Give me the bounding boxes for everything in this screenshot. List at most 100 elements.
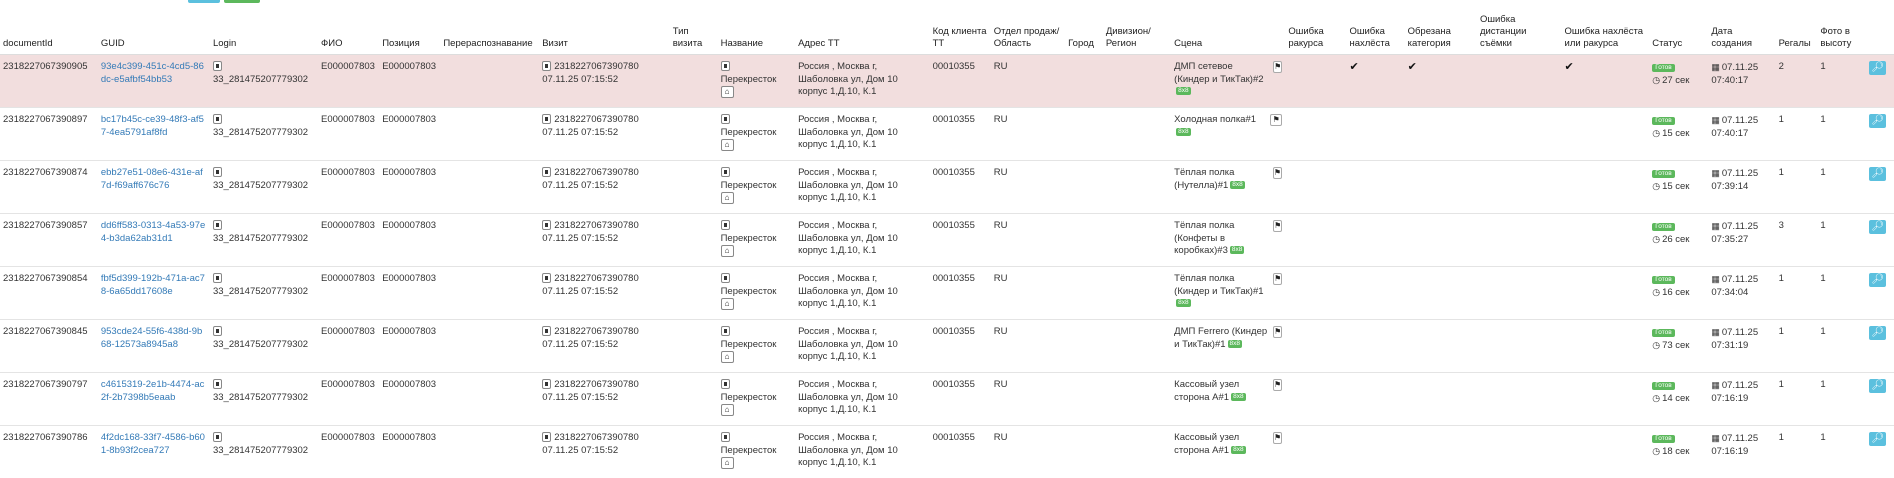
- scene-name: Кассовый узел сторона A#1: [1174, 432, 1239, 456]
- file-icon[interactable]: [721, 220, 730, 230]
- cell-login: 33_281475207779302: [210, 55, 318, 108]
- file-icon[interactable]: [542, 220, 551, 230]
- flag-icon[interactable]: ⚑: [1273, 220, 1282, 232]
- table-row[interactable]: 2318227067390797c4615319-2e1b-4474-ac2f-…: [0, 373, 1894, 426]
- col-header-visit-type[interactable]: Тип визита: [670, 8, 718, 55]
- file-icon[interactable]: [213, 167, 222, 177]
- col-header-address[interactable]: Адрес ТТ: [795, 8, 930, 55]
- file-icon[interactable]: [721, 61, 730, 71]
- guid-link[interactable]: bc17b45c-ce39-48f3-af57-4ea5791af8fd: [101, 114, 204, 138]
- col-header-client-code[interactable]: Код клиента ТТ: [930, 8, 991, 55]
- search-icon[interactable]: 🔎︎: [1869, 114, 1886, 128]
- file-icon[interactable]: [721, 114, 730, 124]
- search-icon[interactable]: 🔎︎: [1869, 273, 1886, 287]
- file-icon[interactable]: [721, 326, 730, 336]
- file-icon[interactable]: [542, 61, 551, 71]
- col-header-err-overlap[interactable]: Ошибка нахлёста: [1346, 8, 1404, 55]
- table-row[interactable]: 231822706739090593e4c399-451c-4cd5-86dc-…: [0, 55, 1894, 108]
- table-row[interactable]: 2318227067390845953cde24-55f6-438d-9b68-…: [0, 320, 1894, 373]
- col-header-name[interactable]: Название: [718, 8, 795, 55]
- file-icon[interactable]: [542, 432, 551, 442]
- col-header-status[interactable]: Статус: [1649, 8, 1708, 55]
- file-icon[interactable]: [213, 220, 222, 230]
- file-icon[interactable]: [721, 432, 730, 442]
- col-header-err-angle[interactable]: Ошибка ракурса: [1285, 8, 1346, 55]
- cell-cut-category: [1405, 161, 1477, 214]
- guid-link[interactable]: c4615319-2e1b-4474-ac2f-2b7398b5eaab: [101, 379, 205, 403]
- search-icon[interactable]: 🔎︎: [1869, 167, 1886, 181]
- file-icon[interactable]: [213, 326, 222, 336]
- toolbar-button-green[interactable]: [224, 0, 260, 3]
- table-row[interactable]: 2318227067390857dd6ff583-0313-4a53-97e4-…: [0, 214, 1894, 267]
- client-code-value: 00010355: [933, 61, 975, 72]
- col-header-photo-height[interactable]: Фото в высоту: [1817, 8, 1866, 55]
- file-icon[interactable]: [542, 326, 551, 336]
- home-icon[interactable]: ⌂: [721, 86, 734, 98]
- file-icon[interactable]: [213, 61, 222, 71]
- col-header-sales-dept[interactable]: Отдел продаж/ Область: [991, 8, 1065, 55]
- home-icon[interactable]: ⌂: [721, 245, 734, 257]
- col-header-scene[interactable]: Сцена: [1171, 8, 1285, 55]
- col-header-city[interactable]: Город: [1065, 8, 1103, 55]
- search-icon[interactable]: 🔎︎: [1869, 379, 1886, 393]
- flag-icon[interactable]: ⚑: [1270, 114, 1282, 126]
- guid-link[interactable]: ebb27e51-08e6-431e-af7d-f69aff676c76: [101, 167, 203, 191]
- col-header-created[interactable]: Дата создания: [1708, 8, 1775, 55]
- file-icon[interactable]: [542, 379, 551, 389]
- col-header-recognition[interactable]: Перераспознавание: [440, 8, 539, 55]
- file-icon[interactable]: [721, 379, 730, 389]
- guid-link[interactable]: fbf5d399-192b-471a-ac78-6a65dd17608e: [101, 273, 205, 297]
- col-header-position[interactable]: Позиция: [379, 8, 440, 55]
- file-icon[interactable]: [721, 167, 730, 177]
- flag-icon[interactable]: ⚑: [1273, 61, 1282, 73]
- file-icon[interactable]: [213, 379, 222, 389]
- col-header-visit[interactable]: Визит: [539, 8, 669, 55]
- status-badge: Готов: [1652, 435, 1675, 443]
- table-row[interactable]: 23182270673907864f2dc168-33f7-4586-b601-…: [0, 426, 1894, 478]
- cell-scene: Кассовый узел сторона A#18x8⚑: [1171, 373, 1285, 426]
- guid-link[interactable]: dd6ff583-0313-4a53-97e4-b3da62ab31d1: [101, 220, 205, 244]
- cell-photo-height: 1: [1817, 320, 1866, 373]
- col-header-shelves[interactable]: Регалы: [1776, 8, 1818, 55]
- table-row[interactable]: 2318227067390897bc17b45c-ce39-48f3-af57-…: [0, 108, 1894, 161]
- table-row[interactable]: 2318227067390874ebb27e51-08e6-431e-af7d-…: [0, 161, 1894, 214]
- guid-link[interactable]: 953cde24-55f6-438d-9b68-12573a8945a8: [101, 326, 202, 350]
- flag-icon[interactable]: ⚑: [1273, 167, 1283, 179]
- flag-icon[interactable]: ⚑: [1273, 379, 1282, 391]
- guid-link[interactable]: 93e4c399-451c-4cd5-86dc-e5afbf54bb53: [101, 61, 204, 85]
- col-header-login[interactable]: Login: [210, 8, 318, 55]
- cell-created: ▦07.11.2507:16:19: [1708, 373, 1775, 426]
- home-icon[interactable]: ⌂: [721, 139, 734, 151]
- file-icon[interactable]: [542, 114, 551, 124]
- home-icon[interactable]: ⌂: [721, 298, 734, 310]
- home-icon[interactable]: ⌂: [721, 404, 734, 416]
- col-header-guid[interactable]: GUID: [98, 8, 210, 55]
- file-icon[interactable]: [213, 114, 222, 124]
- guid-link[interactable]: 4f2dc168-33f7-4586-b601-8b93f2cea727: [101, 432, 205, 456]
- search-icon[interactable]: 🔎︎: [1869, 326, 1886, 340]
- home-icon[interactable]: ⌂: [721, 351, 734, 363]
- file-icon[interactable]: [213, 273, 222, 283]
- flag-icon[interactable]: ⚑: [1273, 273, 1282, 285]
- file-icon[interactable]: [542, 273, 551, 283]
- col-header-division[interactable]: Дивизион/ Регион: [1103, 8, 1171, 55]
- toolbar-button-blue[interactable]: [188, 0, 220, 3]
- search-icon[interactable]: 🔎︎: [1869, 220, 1886, 234]
- file-icon[interactable]: [721, 273, 730, 283]
- home-icon[interactable]: ⌂: [721, 192, 734, 204]
- search-icon[interactable]: 🔎︎: [1869, 432, 1886, 446]
- col-header-documentid[interactable]: documentId: [0, 8, 98, 55]
- table-row[interactable]: 2318227067390854fbf5d399-192b-471a-ac78-…: [0, 267, 1894, 320]
- col-header-err-distance[interactable]: Ошибка дистанции съёмки: [1477, 8, 1562, 55]
- search-icon[interactable]: 🔎︎: [1869, 61, 1886, 75]
- cell-name: Перекресток⌂: [718, 214, 795, 267]
- col-header-cut-category[interactable]: Обрезана категория: [1405, 8, 1477, 55]
- col-header-err-overlap-angle[interactable]: Ошибка нахлёста или ракурса: [1562, 8, 1650, 55]
- position-value: E000007803: [382, 167, 436, 178]
- flag-icon[interactable]: ⚑: [1273, 432, 1282, 444]
- file-icon[interactable]: [213, 432, 222, 442]
- file-icon[interactable]: [542, 167, 551, 177]
- flag-icon[interactable]: ⚑: [1273, 326, 1282, 338]
- col-header-fio[interactable]: ФИО: [318, 8, 379, 55]
- cell-login: 33_281475207779302: [210, 320, 318, 373]
